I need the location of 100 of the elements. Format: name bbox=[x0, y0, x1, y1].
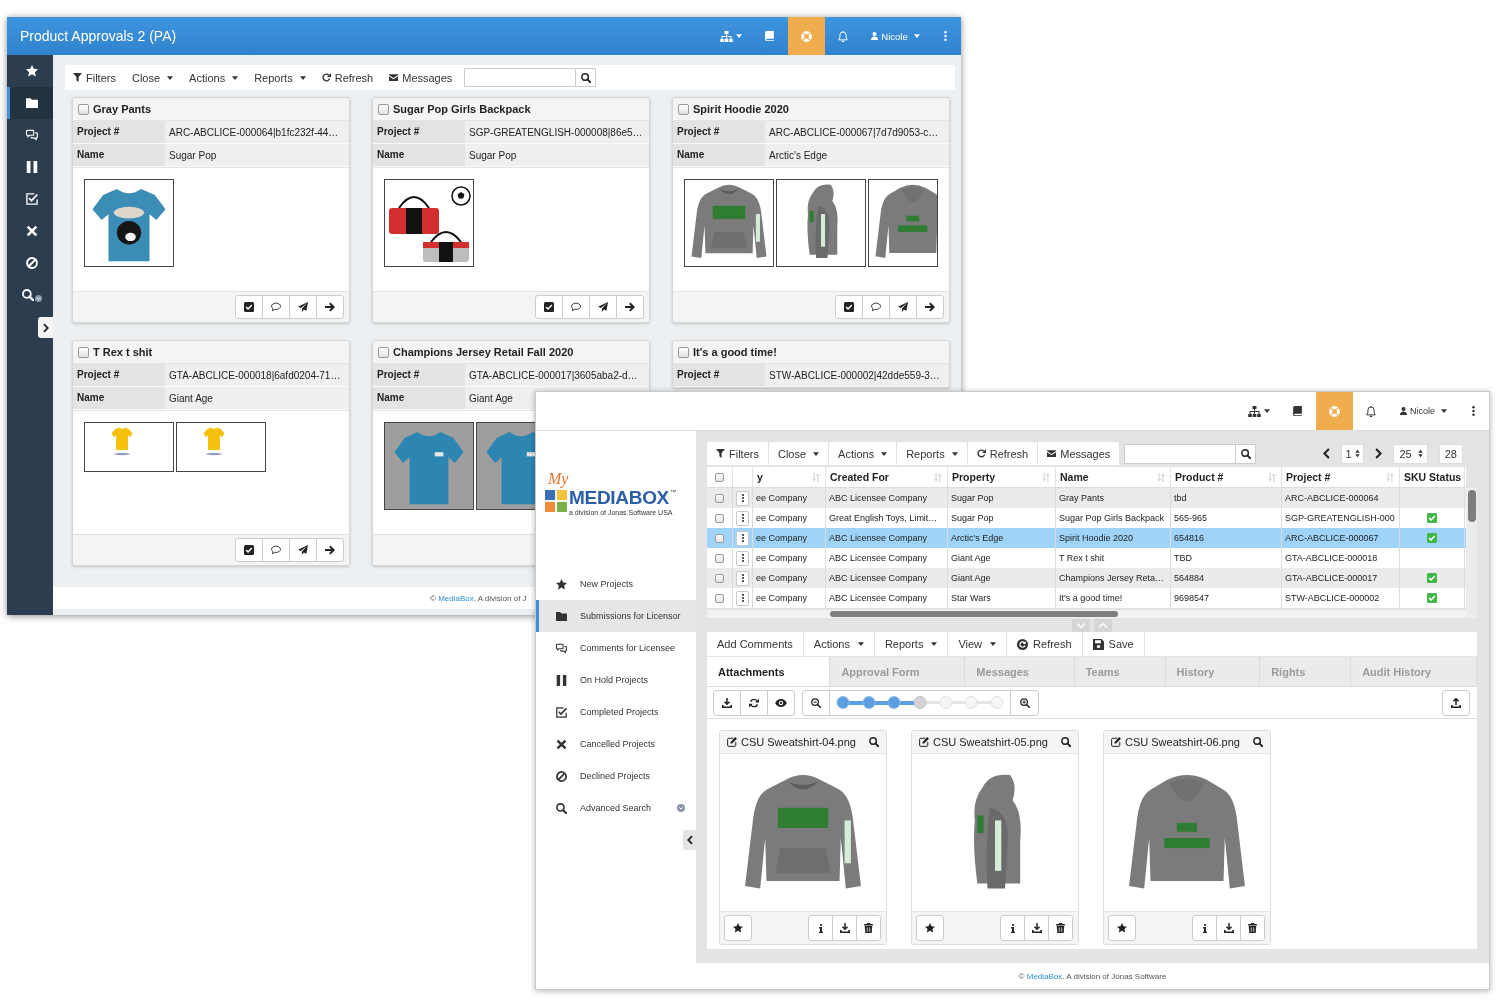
nav-item[interactable]: On Hold Projects bbox=[536, 664, 696, 696]
toolbar-button[interactable]: Add Comments bbox=[707, 632, 804, 656]
dropdown-button[interactable]: Close bbox=[768, 442, 830, 465]
column-header[interactable]: Created For bbox=[826, 467, 948, 487]
mediabox-link[interactable]: MediaBox bbox=[438, 593, 474, 603]
column-header[interactable]: y bbox=[753, 467, 826, 487]
edit-icon[interactable] bbox=[1111, 737, 1121, 747]
favorite-button[interactable] bbox=[916, 915, 944, 941]
info-button[interactable] bbox=[808, 915, 833, 941]
collapse-sidebar-button[interactable] bbox=[683, 830, 696, 850]
download-button[interactable] bbox=[1216, 915, 1241, 941]
search-icon[interactable] bbox=[1061, 737, 1071, 747]
table-row[interactable]: ee Company ABC Licensee Company Arctic's Edge Spirit Hoodie 2020 654816 ARC-ABCLICE-000067 bbox=[707, 528, 1466, 548]
row-menu-button[interactable] bbox=[736, 530, 749, 546]
slider-handle[interactable] bbox=[913, 696, 927, 709]
toolbar-button[interactable]: Refresh bbox=[1007, 632, 1083, 656]
zoom-out-button[interactable] bbox=[802, 689, 830, 716]
nav-item[interactable]: New Projects bbox=[536, 568, 696, 600]
delete-button[interactable] bbox=[1240, 915, 1265, 941]
column-header[interactable]: Name bbox=[1056, 467, 1171, 487]
delete-button[interactable] bbox=[1048, 915, 1073, 941]
checkbox[interactable] bbox=[715, 493, 724, 503]
dropdown-button[interactable]: Actions bbox=[181, 65, 247, 90]
info-button[interactable] bbox=[1192, 915, 1217, 941]
checkbox[interactable] bbox=[378, 103, 389, 115]
row-menu-button[interactable] bbox=[736, 490, 749, 506]
toolbar-button[interactable]: Messages bbox=[1038, 442, 1121, 465]
dropdown-button[interactable]: Reports bbox=[246, 65, 314, 90]
checkbox[interactable] bbox=[378, 346, 389, 358]
checkbox[interactable] bbox=[715, 513, 724, 523]
open-button[interactable] bbox=[616, 295, 644, 319]
checkbox[interactable] bbox=[78, 103, 89, 115]
zoom-slider[interactable] bbox=[829, 689, 1011, 716]
send-button[interactable] bbox=[289, 538, 317, 562]
column-header[interactable]: Property bbox=[948, 467, 1056, 487]
approve-button[interactable] bbox=[235, 538, 263, 562]
column-header[interactable]: Project # bbox=[1282, 467, 1400, 487]
dropdown-button[interactable]: Reports bbox=[897, 442, 968, 465]
chevron-right-icon[interactable] bbox=[1374, 448, 1382, 459]
send-button[interactable] bbox=[889, 295, 917, 319]
comment-button[interactable] bbox=[562, 295, 590, 319]
table-row[interactable]: ee Company ABC Licensee Company Sugar Pop Gray Pants tbd ARC-ABCLICE-000064 bbox=[707, 488, 1466, 508]
toolbar-button[interactable]: Refresh bbox=[967, 442, 1039, 465]
book-icon[interactable] bbox=[1293, 406, 1302, 416]
row-menu-button[interactable] bbox=[736, 590, 749, 606]
download-button[interactable] bbox=[713, 689, 741, 716]
checkbox[interactable] bbox=[78, 346, 89, 358]
dropdown-button[interactable]: Actions bbox=[803, 632, 875, 656]
open-button[interactable] bbox=[316, 295, 344, 319]
row-menu-button[interactable] bbox=[736, 510, 749, 526]
approve-button[interactable] bbox=[835, 295, 863, 319]
favorite-button[interactable] bbox=[1108, 915, 1136, 941]
checkbox[interactable] bbox=[678, 103, 689, 115]
approve-button[interactable] bbox=[535, 295, 563, 319]
dropdown-button[interactable]: Actions bbox=[829, 442, 898, 465]
horizontal-scrollbar[interactable] bbox=[707, 610, 1466, 618]
row-menu-button[interactable] bbox=[736, 570, 749, 586]
approve-button[interactable] bbox=[235, 295, 263, 319]
search-field[interactable] bbox=[464, 68, 577, 87]
checkbox[interactable] bbox=[678, 346, 689, 358]
checkbox[interactable] bbox=[715, 553, 724, 563]
nav-item[interactable]: Advanced Search bbox=[536, 792, 696, 824]
nav-item[interactable]: Declined Projects bbox=[536, 760, 696, 792]
vertical-scrollbar[interactable] bbox=[1466, 488, 1477, 618]
expand-sidebar-button[interactable] bbox=[38, 317, 53, 338]
open-button[interactable] bbox=[916, 295, 944, 319]
send-button[interactable] bbox=[289, 295, 317, 319]
dropdown-button[interactable]: View bbox=[948, 632, 1008, 656]
comment-button[interactable] bbox=[262, 295, 290, 319]
user-menu[interactable]: Nicole bbox=[861, 17, 930, 55]
upload-button[interactable] bbox=[1442, 689, 1470, 716]
comment-button[interactable] bbox=[262, 538, 290, 562]
favorite-button[interactable] bbox=[724, 915, 752, 941]
column-header[interactable]: Product # bbox=[1171, 467, 1282, 487]
info-button[interactable] bbox=[1000, 915, 1025, 941]
chevron-left-icon[interactable] bbox=[1323, 448, 1331, 459]
search-button[interactable] bbox=[576, 68, 597, 87]
nav-item[interactable]: Completed Projects bbox=[536, 696, 696, 728]
nav-item[interactable]: Cancelled Projects bbox=[536, 728, 696, 760]
table-row[interactable]: ee Company ABC Licensee Company Star Wars It's a good time! 9698547 STW-ABCLICE-000002 bbox=[707, 588, 1466, 608]
checkbox[interactable] bbox=[715, 472, 724, 482]
toolbar-button[interactable]: Filters bbox=[65, 65, 124, 90]
search-button[interactable] bbox=[1236, 443, 1257, 464]
comment-button[interactable] bbox=[862, 295, 890, 319]
toolbar-button[interactable]: Messages bbox=[381, 65, 461, 90]
checkbox[interactable] bbox=[715, 573, 724, 583]
search-icon[interactable] bbox=[869, 737, 879, 747]
table-row[interactable]: ee Company ABC Licensee Company Giant Age T Rex t shit TBD GTA-ABCLICE-000018 bbox=[707, 548, 1466, 568]
table-row[interactable]: ee Company ABC Licensee Company Giant Age Champions Jersey Reta… 564884 GTA-ABCLICE-000017 bbox=[707, 568, 1466, 588]
edit-icon[interactable] bbox=[919, 737, 929, 747]
dropdown-button[interactable]: Reports bbox=[874, 632, 949, 656]
download-button[interactable] bbox=[1024, 915, 1049, 941]
checkbox[interactable] bbox=[715, 593, 724, 603]
caret-icon[interactable] bbox=[1264, 409, 1270, 413]
nav-item[interactable]: Submissions for Licensor bbox=[536, 600, 696, 632]
table-row[interactable]: ee Company Great English Toys, Limit… Sugar Pop Sugar Pop Girls Backpack 565-965 SGP-GREATENGLISH-000 bbox=[707, 508, 1466, 528]
download-button[interactable] bbox=[832, 915, 857, 941]
user-menu[interactable]: Nicole bbox=[1389, 392, 1458, 430]
page-size-field[interactable]: 25 bbox=[1392, 443, 1428, 464]
preview-button[interactable] bbox=[767, 689, 795, 716]
